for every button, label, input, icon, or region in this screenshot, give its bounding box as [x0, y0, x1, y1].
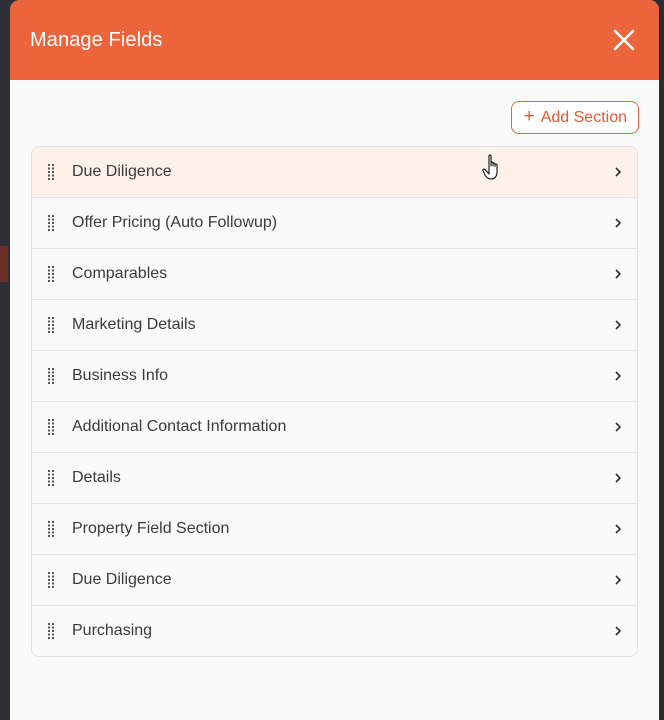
section-label: Purchasing	[72, 622, 153, 639]
toolbar: + Add Section	[10, 80, 659, 146]
section-label: Comparables	[72, 265, 168, 282]
drag-handle-icon[interactable]	[48, 215, 54, 231]
drag-handle-icon[interactable]	[48, 470, 54, 486]
drag-handle-icon[interactable]	[48, 317, 54, 333]
plus-icon: +	[523, 106, 535, 127]
section-row[interactable]: Comparables	[32, 249, 637, 300]
chevron-right-icon	[613, 421, 623, 433]
section-row[interactable]: Marketing Details	[32, 300, 637, 351]
drag-handle-icon[interactable]	[48, 266, 54, 282]
chevron-right-icon	[613, 166, 623, 178]
section-row[interactable]: Details	[32, 453, 637, 504]
chevron-right-icon	[613, 523, 623, 535]
section-list: Due Diligence Offer Pricing (Auto Follow…	[31, 146, 638, 657]
chevron-right-icon	[613, 472, 623, 484]
section-label: Offer Pricing (Auto Followup)	[72, 214, 278, 231]
section-row[interactable]: Due Diligence	[32, 147, 637, 198]
section-row[interactable]: Additional Contact Information	[32, 402, 637, 453]
section-row[interactable]: Due Diligence	[32, 555, 637, 606]
section-row[interactable]: Offer Pricing (Auto Followup)	[32, 198, 637, 249]
section-row[interactable]: Business Info	[32, 351, 637, 402]
chevron-right-icon	[613, 370, 623, 382]
drag-handle-icon[interactable]	[48, 572, 54, 588]
backdrop-element	[0, 246, 8, 282]
chevron-right-icon	[613, 574, 623, 586]
section-label: Due Diligence	[72, 571, 172, 588]
chevron-right-icon	[613, 319, 623, 331]
section-row[interactable]: Property Field Section	[32, 504, 637, 555]
drag-handle-icon[interactable]	[48, 419, 54, 435]
drag-handle-icon[interactable]	[48, 164, 54, 180]
section-label: Details	[72, 469, 121, 486]
add-section-label: Add Section	[540, 108, 627, 126]
drag-handle-icon[interactable]	[48, 521, 54, 537]
section-label: Business Info	[72, 367, 169, 384]
section-label: Additional Contact Information	[72, 418, 287, 435]
section-label: Marketing Details	[72, 316, 196, 333]
close-button[interactable]	[611, 27, 637, 53]
close-icon	[613, 29, 635, 51]
chevron-right-icon	[613, 268, 623, 280]
section-label: Due Diligence	[72, 163, 172, 180]
chevron-right-icon	[613, 625, 623, 637]
modal-title: Manage Fields	[30, 28, 163, 51]
manage-fields-modal: Manage Fields + Add Section Due Diligenc…	[10, 0, 659, 720]
section-row[interactable]: Purchasing	[32, 606, 637, 656]
chevron-right-icon	[613, 217, 623, 229]
modal-header: Manage Fields	[10, 0, 659, 80]
drag-handle-icon[interactable]	[48, 623, 54, 639]
section-label: Property Field Section	[72, 520, 230, 537]
drag-handle-icon[interactable]	[48, 368, 54, 384]
add-section-button[interactable]: + Add Section	[510, 101, 639, 134]
